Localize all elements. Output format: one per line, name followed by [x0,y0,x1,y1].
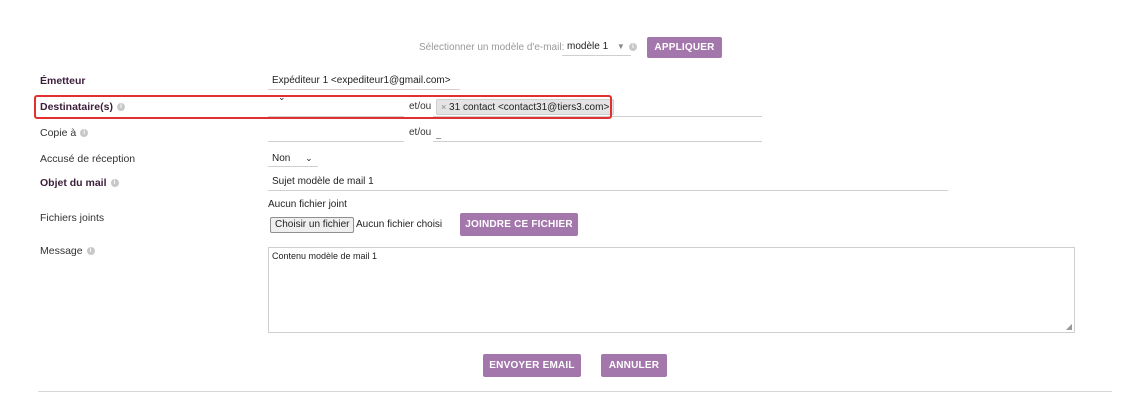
message-label-text: Message [40,245,83,257]
message-value: Contenu modèle de mail 1 [272,251,378,261]
subject-value: Sujet modèle de mail 1 [272,176,374,187]
attach-file-button[interactable]: JOINDRE CE FICHIER [460,213,578,236]
no-attachment-text: Aucun fichier joint [268,199,347,210]
subject-input[interactable]: Sujet modèle de mail 1 [268,174,948,191]
recipients-highlight [34,95,612,119]
emitter-select[interactable]: Expéditeur 1 <expediteur1@gmail.com> ⌄ [268,73,460,102]
no-file-chosen-text: Aucun fichier choisi [356,219,443,230]
dropdown-arrow-icon: ▼ [616,42,625,51]
template-selector-label: Sélectionner un modèle d'e-mail: [419,42,565,53]
cancel-button[interactable]: ANNULER [601,354,667,377]
receipt-value: Non [272,153,291,164]
info-icon: i [86,247,95,256]
info-icon: i [80,129,89,138]
subject-label: Objet du mail i [40,177,119,189]
emitter-value: Expéditeur 1 <expediteur1@gmail.com> [272,75,451,86]
send-email-button[interactable]: ENVOYER EMAIL [483,354,581,377]
receipt-select[interactable]: Non ⌄ [268,150,318,167]
resize-handle-icon[interactable]: ◢ [1066,322,1072,331]
copy-label-text: Copie à [40,127,77,139]
copy-andor: et/ou [409,127,432,138]
template-select-value: modèle 1 [567,41,609,52]
message-textarea[interactable]: Contenu modèle de mail 1 ◢ [268,247,1075,333]
bottom-divider [38,391,1112,392]
message-label: Message i [40,245,95,257]
chevron-down-icon: ⌄ [305,153,313,163]
choose-file-button[interactable]: Choisir un fichier [270,217,355,233]
info-icon: i [110,179,119,188]
emitter-label: Émetteur [40,75,86,87]
copy-input[interactable] [268,141,404,142]
template-select[interactable]: modèle 1 ▼ [562,39,631,56]
text-cursor [436,138,441,139]
apply-template-button[interactable]: APPLIQUER [647,37,722,58]
info-icon: i [629,43,637,51]
copy-label: Copie ài [40,127,89,139]
copy-contact-input[interactable] [433,141,762,142]
attachments-label: Fichiers joints [40,212,105,224]
receipt-label: Accusé de réception [40,153,136,165]
subject-label-text: Objet du mail [40,177,107,189]
